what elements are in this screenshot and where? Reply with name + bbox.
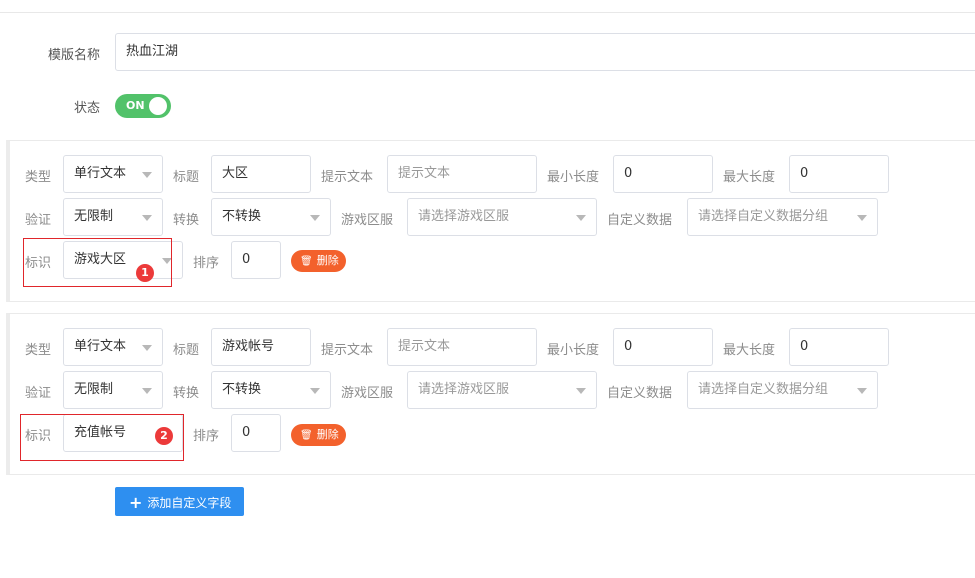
hint-label: 提示文本 xyxy=(321,170,374,185)
annotation-badge-1: 1 xyxy=(136,264,154,282)
type-label: 类型 xyxy=(25,170,52,185)
status-label: 状态 xyxy=(73,101,100,116)
title-input[interactable]: 游戏帐号 xyxy=(211,328,311,366)
convert-select[interactable]: 不转换 xyxy=(211,371,331,409)
type-select[interactable]: 单行文本 xyxy=(63,155,163,193)
type-select-value: 单行文本 xyxy=(74,339,127,354)
toggle-knob xyxy=(149,97,167,115)
title-label: 标题 xyxy=(173,170,200,185)
top-divider xyxy=(0,12,975,13)
chevron-down-icon xyxy=(142,388,152,394)
chevron-down-icon xyxy=(576,215,586,221)
type-select[interactable]: 单行文本 xyxy=(63,328,163,366)
validate-select-value: 无限制 xyxy=(74,382,114,397)
custom-data-label: 自定义数据 xyxy=(607,386,673,401)
custom-data-select[interactable]: 请选择自定义数据分组 xyxy=(687,198,878,236)
hint-input[interactable]: 提示文本 xyxy=(387,328,537,366)
server-select[interactable]: 请选择游戏区服 xyxy=(407,371,597,409)
server-label: 游戏区服 xyxy=(341,386,394,401)
sort-input[interactable]: 0 xyxy=(231,241,281,279)
convert-select[interactable]: 不转换 xyxy=(211,198,331,236)
max-length-label: 最大长度 xyxy=(723,170,776,185)
template-name-input[interactable]: 热血江湖 xyxy=(115,33,975,71)
type-select-value: 单行文本 xyxy=(74,166,127,181)
server-select-placeholder: 请选择游戏区服 xyxy=(418,209,510,224)
status-toggle[interactable]: ON xyxy=(115,94,171,118)
validate-label: 验证 xyxy=(25,213,52,228)
title-label: 标题 xyxy=(173,343,200,358)
chevron-down-icon xyxy=(142,215,152,221)
sort-input[interactable]: 0 xyxy=(231,414,281,452)
max-length-label: 最大长度 xyxy=(723,343,776,358)
server-select-placeholder: 请选择游戏区服 xyxy=(418,382,510,397)
max-length-input[interactable]: 0 xyxy=(789,155,889,193)
custom-data-select-placeholder: 请选择自定义数据分组 xyxy=(698,209,829,224)
title-input[interactable]: 大区 xyxy=(211,155,311,193)
max-length-input[interactable]: 0 xyxy=(789,328,889,366)
plus-icon: + xyxy=(129,493,143,512)
min-length-label: 最小长度 xyxy=(547,170,600,185)
hint-label: 提示文本 xyxy=(321,343,374,358)
server-label: 游戏区服 xyxy=(341,213,394,228)
template-name-label: 模版名称 xyxy=(47,48,100,63)
chevron-down-icon xyxy=(142,345,152,351)
custom-data-select-placeholder: 请选择自定义数据分组 xyxy=(698,382,829,397)
chevron-down-icon xyxy=(857,388,867,394)
trash-icon: 🗑 xyxy=(300,430,313,441)
custom-data-label: 自定义数据 xyxy=(607,213,673,228)
min-length-input[interactable]: 0 xyxy=(613,155,713,193)
annotation-badge-2: 2 xyxy=(155,427,173,445)
convert-label: 转换 xyxy=(173,213,200,228)
status-toggle-text: ON xyxy=(126,99,145,112)
add-custom-field-button[interactable]: + 添加自定义字段 xyxy=(115,487,244,516)
chevron-down-icon xyxy=(857,215,867,221)
validate-select[interactable]: 无限制 xyxy=(63,371,163,409)
delete-button-label: 删除 xyxy=(316,254,339,267)
validate-select-value: 无限制 xyxy=(74,209,114,224)
type-label: 类型 xyxy=(25,343,52,358)
validate-select[interactable]: 无限制 xyxy=(63,198,163,236)
validate-label: 验证 xyxy=(25,386,52,401)
min-length-input[interactable]: 0 xyxy=(613,328,713,366)
add-custom-field-label: 添加自定义字段 xyxy=(147,496,232,510)
sort-label: 排序 xyxy=(193,429,220,444)
convert-select-value: 不转换 xyxy=(222,382,262,397)
server-select[interactable]: 请选择游戏区服 xyxy=(407,198,597,236)
hint-input[interactable]: 提示文本 xyxy=(387,155,537,193)
trash-icon: 🗑 xyxy=(300,256,313,267)
chevron-down-icon xyxy=(576,388,586,394)
custom-data-select[interactable]: 请选择自定义数据分组 xyxy=(687,371,878,409)
convert-label: 转换 xyxy=(173,386,200,401)
sort-label: 排序 xyxy=(193,256,220,271)
delete-button[interactable]: 🗑 删除 xyxy=(291,424,346,446)
chevron-down-icon xyxy=(310,215,320,221)
min-length-label: 最小长度 xyxy=(547,343,600,358)
delete-button[interactable]: 🗑 删除 xyxy=(291,250,346,272)
chevron-down-icon xyxy=(142,172,152,178)
convert-select-value: 不转换 xyxy=(222,209,262,224)
delete-button-label: 删除 xyxy=(316,428,339,441)
chevron-down-icon xyxy=(310,388,320,394)
